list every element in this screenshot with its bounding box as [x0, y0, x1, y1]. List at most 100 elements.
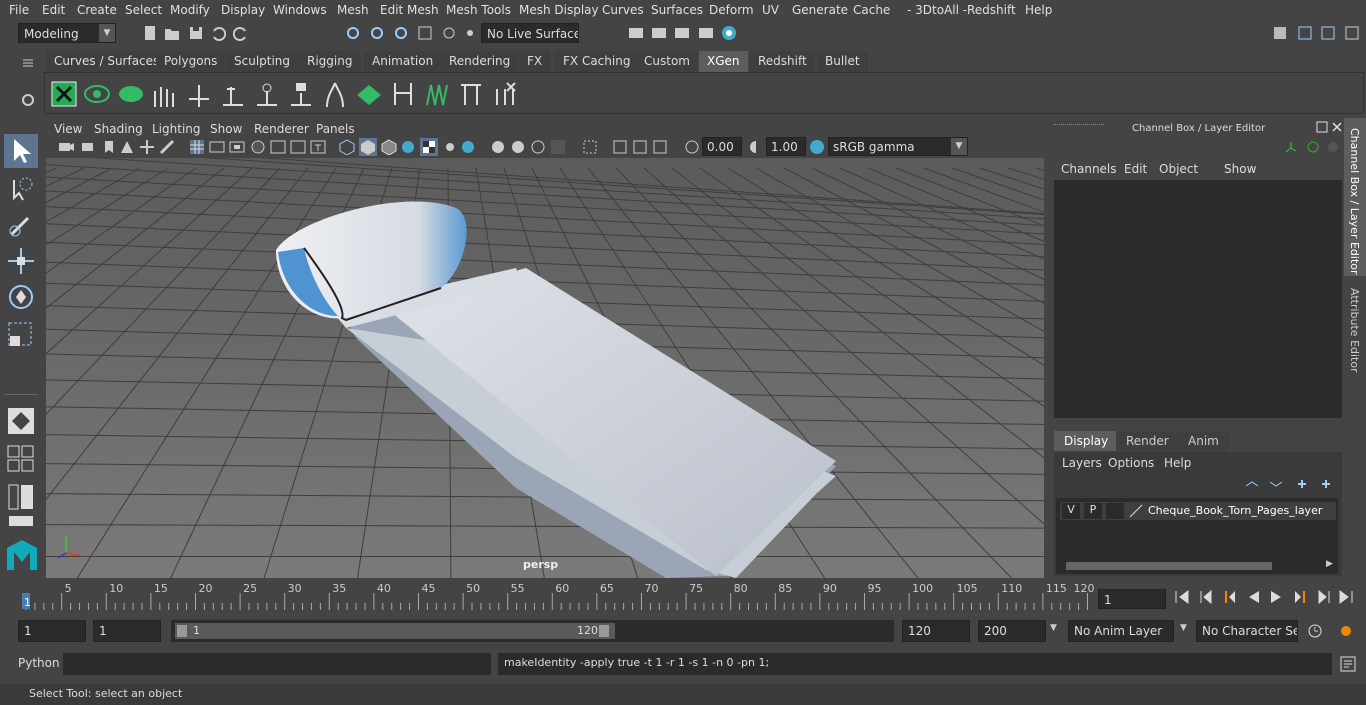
- select-hierarchy-icon[interactable]: [345, 25, 361, 41]
- menu-mesh[interactable]: Mesh: [337, 3, 369, 17]
- manip-icon[interactable]: [1306, 140, 1320, 154]
- ambient-occlusion-icon[interactable]: [460, 139, 476, 155]
- place-guides-icon[interactable]: [185, 79, 213, 109]
- menu-generate[interactable]: Generate: [792, 3, 848, 17]
- step-forward-key-icon[interactable]: [1316, 589, 1332, 605]
- gamma-icon[interactable]: [748, 139, 764, 155]
- viewport-menu-renderer[interactable]: Renderer: [254, 122, 309, 136]
- play-forward-icon[interactable]: [1268, 589, 1284, 605]
- select-tool-button[interactable]: [4, 134, 38, 168]
- anim-layer-dropdown[interactable]: No Anim Layer: [1068, 620, 1174, 642]
- menu-create[interactable]: Create: [77, 3, 117, 17]
- menu-mesh-tools[interactable]: Mesh Tools: [446, 3, 511, 17]
- scroll-right-icon[interactable]: ▶: [1326, 559, 1333, 569]
- snap-grid-icon[interactable]: [417, 25, 433, 41]
- xray-active-icon[interactable]: [632, 139, 648, 155]
- layout-single-icon[interactable]: [6, 444, 36, 474]
- scale-tool-icon[interactable]: [6, 320, 36, 350]
- move-layer-up-icon[interactable]: [1244, 476, 1260, 492]
- lock-guides-icon[interactable]: [287, 79, 315, 109]
- animation-preferences-icon[interactable]: [1338, 623, 1354, 639]
- xgen-delete-icon[interactable]: [491, 79, 519, 109]
- menu-windows[interactable]: Windows: [273, 3, 327, 17]
- playback-start-field[interactable]: 1: [93, 620, 161, 642]
- layer-playback-toggle[interactable]: P: [1084, 503, 1102, 519]
- menu-edit-mesh[interactable]: Edit Mesh: [380, 3, 439, 17]
- shelf-menu-icon[interactable]: [20, 55, 36, 71]
- persp-viewport[interactable]: persp: [46, 158, 1044, 578]
- viewport-menu-lighting[interactable]: Lighting: [152, 122, 201, 136]
- layout-outliner-icon[interactable]: [6, 482, 36, 512]
- character-set-dropdown[interactable]: No Character Set: [1196, 620, 1298, 642]
- menu-deform[interactable]: Deform: [709, 3, 754, 17]
- isolate-select-icon[interactable]: [582, 139, 598, 155]
- layout-timeline-icon[interactable]: [6, 514, 36, 530]
- tab-curves-surfaces[interactable]: Curves / Surfaces: [46, 51, 168, 72]
- viewport-menu-panels[interactable]: Panels: [316, 122, 355, 136]
- speed-icon[interactable]: [1326, 140, 1340, 154]
- go-to-end-icon[interactable]: [1338, 589, 1354, 605]
- safe-title-icon[interactable]: [310, 139, 326, 155]
- ipr-render-icon[interactable]: [674, 25, 690, 41]
- textured-icon[interactable]: [400, 139, 416, 155]
- tab-xgen[interactable]: XGen: [699, 51, 748, 72]
- select-component-icon[interactable]: [393, 25, 409, 41]
- camera-icon[interactable]: [58, 139, 74, 155]
- toggle-tool-settings-icon[interactable]: [1344, 25, 1360, 41]
- viewport-menu-shading[interactable]: Shading: [94, 122, 143, 136]
- sculpt-guides-icon[interactable]: [253, 79, 281, 109]
- animation-start-field[interactable]: 1: [18, 620, 86, 642]
- animation-end-field[interactable]: 200: [978, 620, 1046, 642]
- step-back-frame-icon[interactable]: [1222, 589, 1238, 605]
- density-brush-icon[interactable]: [355, 79, 383, 109]
- lasso-tool-icon[interactable]: [6, 174, 36, 204]
- xgen-clump-icon[interactable]: [457, 79, 485, 109]
- range-start-grip[interactable]: [177, 625, 187, 637]
- depth-of-field-icon[interactable]: [530, 139, 546, 155]
- script-editor-icon[interactable]: [1340, 656, 1356, 672]
- range-slider[interactable]: 1 120: [171, 620, 894, 642]
- scrollbar-thumb[interactable]: [1066, 562, 1272, 570]
- workspace-icon[interactable]: [1272, 25, 1288, 41]
- menu-uv[interactable]: UV: [762, 3, 779, 17]
- toggle-channel-box-icon[interactable]: [1297, 25, 1313, 41]
- step-forward-frame-icon[interactable]: [1292, 589, 1308, 605]
- menu-file[interactable]: File: [9, 3, 29, 17]
- tab-sculpting[interactable]: Sculpting: [226, 51, 299, 72]
- range-end-grip[interactable]: [599, 625, 609, 637]
- motion-blur-icon[interactable]: [490, 139, 506, 155]
- move-tool-icon[interactable]: [6, 246, 36, 276]
- multisample-icon[interactable]: [510, 139, 526, 155]
- field-chart-icon[interactable]: [270, 139, 286, 155]
- tab-channel-box[interactable]: Channel Box / Layer Editor: [1344, 118, 1366, 276]
- layer-type-toggle[interactable]: [1106, 503, 1124, 519]
- playback-end-field[interactable]: 120: [902, 620, 970, 642]
- layer-color-icon[interactable]: [1128, 503, 1144, 519]
- image-plane-icon[interactable]: [119, 139, 135, 155]
- xgen-noise-icon[interactable]: [423, 79, 451, 109]
- panel-grip[interactable]: [1054, 124, 1104, 130]
- mode-selector[interactable]: Modeling ▼: [18, 23, 116, 43]
- menu-3dtoall[interactable]: - 3DtoAll -: [907, 3, 967, 17]
- range-slider-handle[interactable]: 1 120: [175, 623, 615, 639]
- grid-toggle-icon[interactable]: [189, 139, 205, 155]
- new-scene-icon[interactable]: [142, 25, 158, 41]
- xgen-cut-icon[interactable]: [389, 79, 417, 109]
- layer-visibility-toggle[interactable]: V: [1062, 503, 1080, 519]
- current-frame-field[interactable]: 1: [1098, 589, 1166, 609]
- wireframe-on-shaded-icon[interactable]: [381, 139, 397, 155]
- tab-bullet[interactable]: Bullet: [817, 51, 868, 72]
- exposure-icon[interactable]: [684, 139, 700, 155]
- gate-mask-icon[interactable]: [250, 139, 266, 155]
- viewport-menu-view[interactable]: View: [54, 122, 82, 136]
- layer-menu-layers[interactable]: Layers: [1062, 456, 1102, 470]
- float-panel-icon[interactable]: [1316, 121, 1328, 133]
- add-guide-icon[interactable]: [219, 79, 247, 109]
- color-management-icon[interactable]: [809, 139, 825, 155]
- film-gate-icon[interactable]: [209, 139, 225, 155]
- channel-menu-edit[interactable]: Edit: [1124, 162, 1147, 176]
- open-scene-icon[interactable]: [164, 25, 180, 41]
- tab-animation[interactable]: Animation: [364, 51, 442, 72]
- live-surface-field[interactable]: No Live Surface: [481, 23, 579, 43]
- xgen-editor-icon[interactable]: [51, 81, 77, 107]
